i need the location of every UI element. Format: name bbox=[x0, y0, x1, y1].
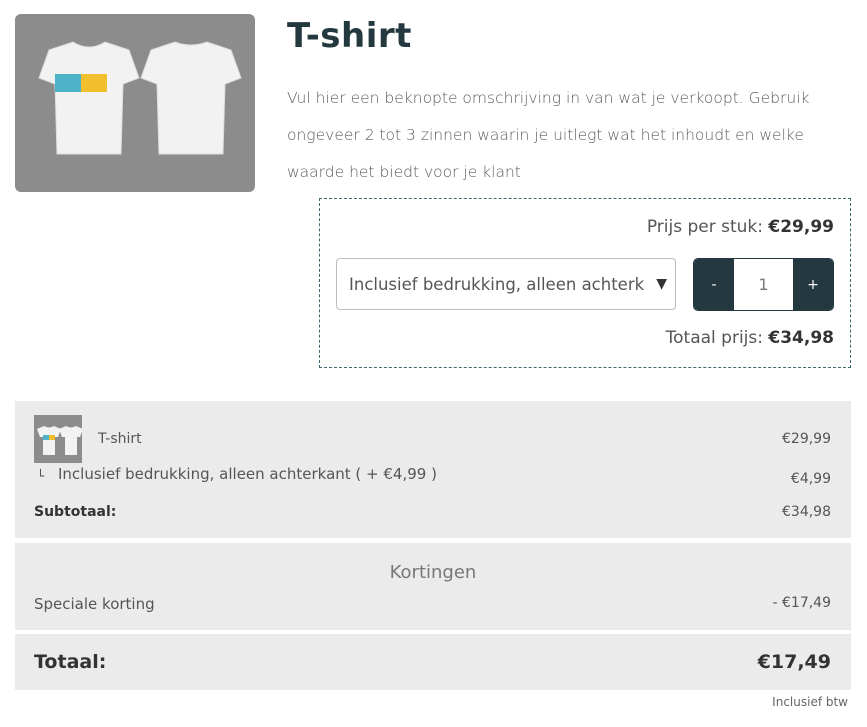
subtotal-label: Subtotaal: bbox=[34, 504, 117, 520]
option-select-value: Inclusief bedrukking, alleen achterkant bbox=[349, 274, 645, 294]
caret-down-icon: ▼ bbox=[656, 276, 667, 292]
discounts-section: Kortingen Speciale korting - €17,49 bbox=[15, 543, 851, 630]
discount-value: - €17,49 bbox=[772, 595, 832, 611]
tshirt-thumbnail bbox=[34, 415, 82, 463]
total-price-label: Totaal prijs: bbox=[665, 328, 763, 348]
tshirt-icon bbox=[38, 41, 242, 155]
unit-price-value: €29,99 bbox=[768, 217, 834, 237]
quantity-plus-button[interactable]: + bbox=[793, 259, 833, 310]
option-line-name: Inclusief bedrukking, alleen achterkant … bbox=[58, 465, 437, 483]
quantity-stepper: - 1 + bbox=[693, 258, 834, 311]
discounts-heading: Kortingen bbox=[389, 562, 477, 583]
vat-note: Inclusief btw bbox=[772, 695, 848, 709]
product-title: T-shirt bbox=[287, 16, 412, 56]
grand-total: Totaal: €17,49 bbox=[15, 634, 851, 690]
option-line-price: €4,99 bbox=[790, 471, 831, 487]
product-description: Vul hier een beknopte omschrijving in va… bbox=[287, 89, 810, 181]
unit-price-label: Prijs per stuk: bbox=[646, 217, 763, 237]
grand-total-value: €17,49 bbox=[757, 651, 831, 673]
sub-item-arrow-icon: └ bbox=[37, 469, 45, 483]
total-price-value: €34,98 bbox=[768, 328, 834, 348]
line-item-price: €29,99 bbox=[782, 431, 831, 447]
order-summary: T-shirt €29,99 └ Inclusief bedrukking, a… bbox=[15, 401, 851, 538]
quantity-input[interactable]: 1 bbox=[734, 259, 793, 310]
order-box: Prijs per stuk: €29,99 Inclusief bedrukk… bbox=[319, 198, 851, 368]
tshirt-thumbnail-icon bbox=[37, 426, 82, 455]
unit-price: Prijs per stuk: €29,99 bbox=[647, 217, 834, 237]
product-image bbox=[15, 14, 255, 192]
grand-total-label: Totaal: bbox=[34, 651, 107, 673]
discount-name: Speciale korting bbox=[34, 595, 155, 613]
subtotal-value: €34,98 bbox=[782, 504, 831, 520]
line-item-name: T-shirt bbox=[98, 431, 142, 447]
option-select[interactable]: Inclusief bedrukking, alleen achterkant … bbox=[336, 258, 676, 310]
quantity-minus-button[interactable]: - bbox=[694, 259, 734, 310]
total-price: Totaal prijs: €34,98 bbox=[666, 328, 834, 348]
